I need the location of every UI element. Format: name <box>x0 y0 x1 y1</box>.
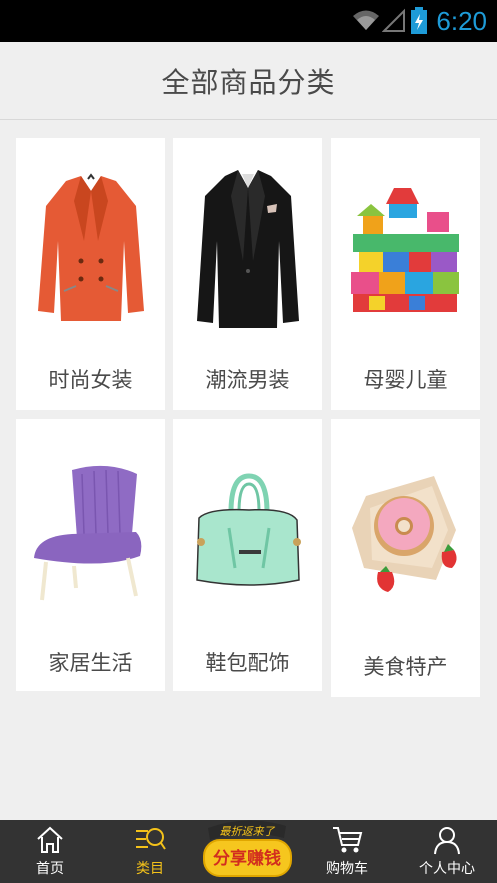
tab-cart[interactable]: 购物车 <box>297 820 397 883</box>
page-header: 全部商品分类 <box>0 42 497 120</box>
promo-main-text: 分享赚钱 <box>213 848 281 869</box>
page-title: 全部商品分类 <box>161 65 336 99</box>
category-label: 时尚女装 <box>48 368 133 392</box>
toy-blocks-image <box>331 138 480 363</box>
category-card-home-living[interactable]: 家居生活 <box>16 419 165 691</box>
category-label: 家居生活 <box>48 651 133 675</box>
share-earn-badge: 最折返来了 分享赚钱 <box>203 820 292 877</box>
user-icon <box>432 825 462 859</box>
orange-blazer-image <box>16 138 165 363</box>
mint-handbag-image <box>173 419 322 644</box>
category-label: 母婴儿童 <box>363 368 448 392</box>
category-card-shoes-bags[interactable]: 鞋包配饰 <box>173 419 322 691</box>
purple-chair-image <box>16 419 165 644</box>
home-icon <box>35 825 65 859</box>
category-label: 鞋包配饰 <box>205 651 290 675</box>
tab-category[interactable]: 类目 <box>100 820 200 883</box>
signal-icon <box>381 8 406 36</box>
category-search-icon <box>134 825 166 859</box>
category-card-womens-fashion[interactable]: 时尚女装 <box>16 138 165 410</box>
category-card-mens-fashion[interactable]: 潮流男装 <box>173 138 322 410</box>
category-label: 美食特产 <box>363 655 448 679</box>
tab-cart-label: 购物车 <box>326 861 368 877</box>
tab-home[interactable]: 首页 <box>0 820 100 883</box>
category-card-baby-kids[interactable]: 母婴儿童 <box>331 138 480 410</box>
tab-category-label: 类目 <box>136 861 164 877</box>
status-bar: 6:20 <box>0 0 497 42</box>
tab-home-label: 首页 <box>36 861 64 877</box>
category-card-food-specialties[interactable]: 美食特产 <box>331 419 480 697</box>
donut-image <box>331 419 480 647</box>
status-time: 6:20 <box>436 6 487 36</box>
tab-profile[interactable]: 个人中心 <box>397 820 497 883</box>
promo-top-text: 最折返来了 <box>220 825 276 838</box>
black-suit-jacket-image <box>173 138 322 363</box>
category-label: 潮流男装 <box>205 368 290 392</box>
battery-icon <box>410 7 428 39</box>
cart-icon <box>331 825 363 859</box>
share-earn-button[interactable]: 最折返来了 分享赚钱 <box>200 814 295 880</box>
tab-profile-label: 个人中心 <box>419 861 475 877</box>
wifi-icon <box>352 8 380 36</box>
